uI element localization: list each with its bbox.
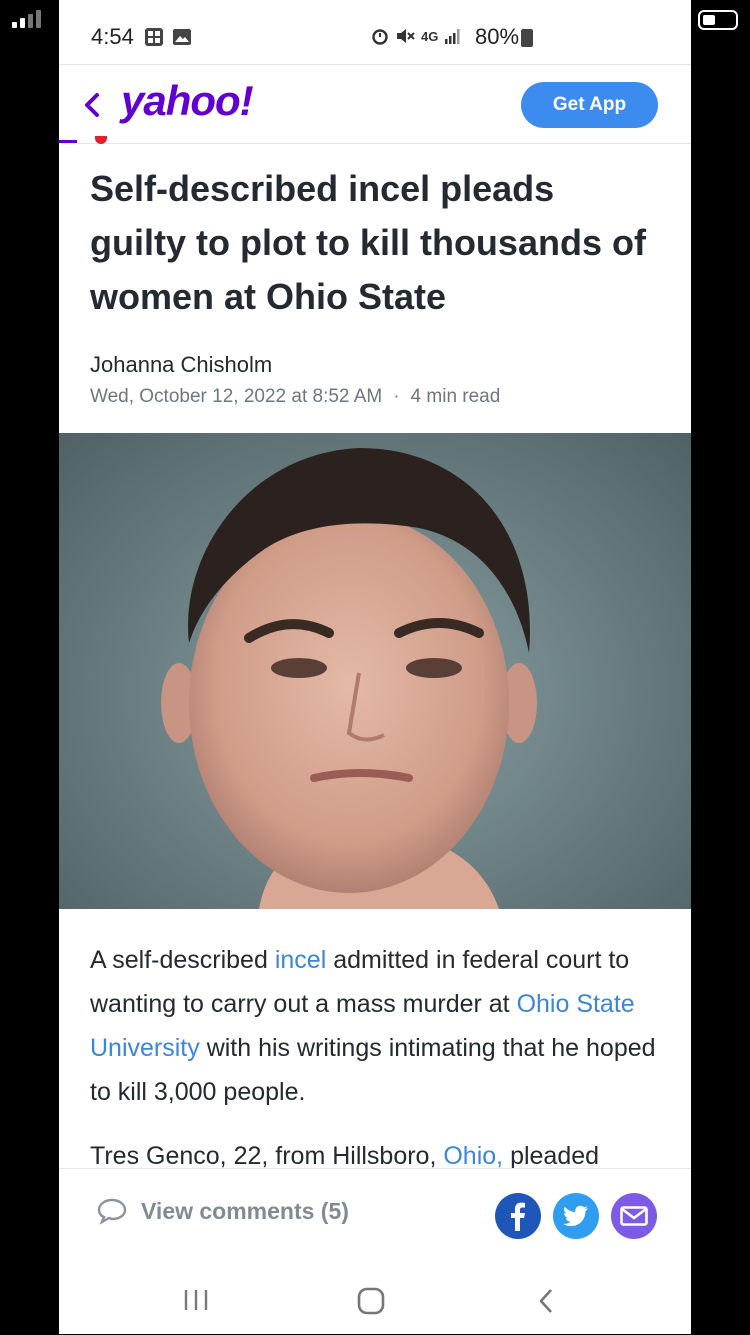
link-incel[interactable]: incel <box>275 946 326 974</box>
bottom-bar: View comments (5) <box>59 1168 691 1334</box>
link-ohio[interactable]: Ohio, <box>443 1142 503 1170</box>
back-chevron-icon[interactable] <box>79 85 105 125</box>
alarm-icon <box>372 29 388 45</box>
view-comments-button[interactable]: View comments (5) <box>97 1197 349 1225</box>
mugshot-image <box>161 448 537 909</box>
gallery-icon <box>173 29 191 45</box>
article-author[interactable]: Johanna Chisholm <box>90 352 272 378</box>
signal-bars-icon <box>12 10 41 28</box>
mail-icon <box>620 1206 648 1226</box>
article-paragraph-1: A self-described incel admitted in feder… <box>90 938 665 1114</box>
back-nav-icon[interactable] <box>537 1287 557 1315</box>
paragraph-text: Tres Genco, 22, from Hillsboro, <box>90 1142 444 1170</box>
cell-signal-icon <box>445 29 460 44</box>
meta-separator: · <box>393 386 400 407</box>
twitter-share-button[interactable] <box>553 1193 599 1239</box>
battery-icon <box>521 29 533 47</box>
comment-bubble-icon <box>97 1198 127 1225</box>
read-time: 4 min read <box>410 386 501 407</box>
facebook-share-button[interactable] <box>495 1193 541 1239</box>
article-headline: Self-described incel pleads guilty to pl… <box>90 168 646 317</box>
view-comments-label: View comments (5) <box>141 1197 349 1224</box>
facebook-icon <box>511 1202 525 1231</box>
paragraph-text: A self-described <box>90 946 275 974</box>
system-nav-bar <box>59 1257 691 1335</box>
progress-indicator <box>59 140 77 143</box>
home-icon[interactable] <box>357 1287 385 1315</box>
status-time: 4:54 <box>91 24 134 49</box>
app-grid-icon <box>145 28 163 46</box>
article-date: Wed, October 12, 2022 at 8:52 AM <box>90 386 383 407</box>
article-photo <box>59 433 691 909</box>
left-bezel <box>0 0 59 1334</box>
twitter-icon <box>563 1205 588 1227</box>
network-type-label: 4G <box>421 28 439 44</box>
mail-share-button[interactable] <box>611 1193 657 1239</box>
battery-outline-icon <box>698 10 738 30</box>
status-bar: 4:54 4G 80% <box>59 0 691 64</box>
app-header: yahoo! Get App <box>59 64 691 144</box>
yahoo-logo[interactable]: yahoo! <box>121 77 254 125</box>
article-meta: Wed, October 12, 2022 at 8:52 AM · 4 min r… <box>90 386 500 408</box>
right-bezel <box>691 0 750 1334</box>
get-app-button[interactable]: Get App <box>521 82 658 128</box>
status-right-icons: 4G <box>371 27 462 45</box>
battery-percent: 80% <box>475 24 520 49</box>
recent-apps-icon[interactable] <box>181 1287 211 1313</box>
paragraph-text: pleaded <box>503 1142 600 1170</box>
mute-icon <box>397 29 415 43</box>
phone-screen: 4:54 4G 80% yahoo! Get App Self-describe… <box>59 0 691 1334</box>
